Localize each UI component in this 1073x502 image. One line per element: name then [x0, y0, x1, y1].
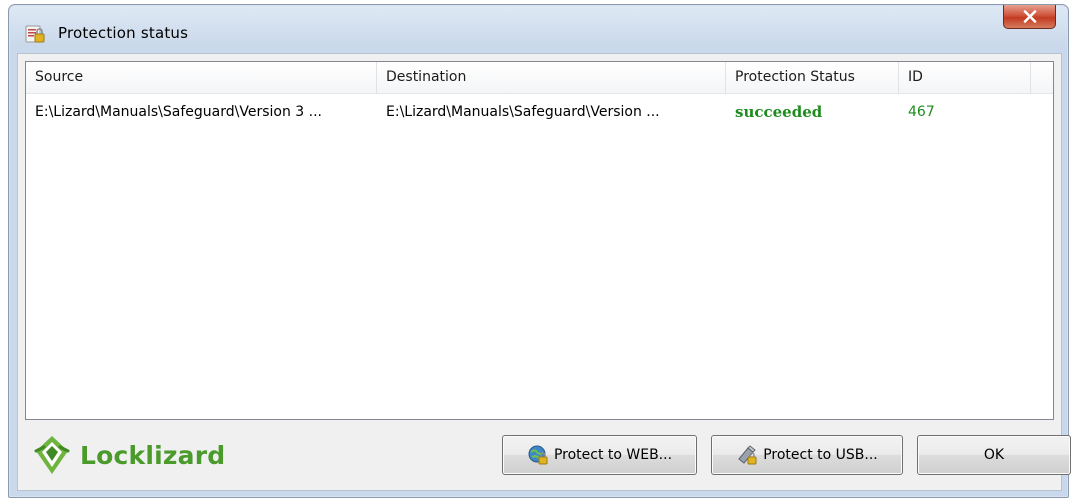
- protect-to-usb-button[interactable]: Protect to USB...: [711, 435, 903, 475]
- column-header-destination[interactable]: Destination: [377, 62, 726, 94]
- usb-lock-icon: [736, 444, 758, 466]
- ok-button[interactable]: OK: [917, 435, 1071, 475]
- shield-lock-icon: [25, 24, 45, 44]
- protect-to-web-button[interactable]: Protect to WEB...: [502, 435, 697, 475]
- cell-id: 467: [908, 104, 935, 120]
- locklizard-logo: Locklizard: [30, 432, 225, 478]
- column-header-source[interactable]: Source: [26, 62, 377, 94]
- table-row[interactable]: E:\Lizard\Manuals\Safeguard\Version 3 ..…: [26, 94, 1053, 130]
- title-bar[interactable]: Protection status: [9, 5, 1068, 53]
- protection-status-dialog: Protection status Source Destination Pro…: [8, 4, 1071, 498]
- dialog-client-area: Source Destination Protection Status ID …: [17, 53, 1071, 492]
- cell-status: succeeded: [735, 103, 823, 121]
- close-button[interactable]: [1003, 5, 1056, 29]
- close-icon: [1023, 10, 1036, 23]
- column-header-id[interactable]: ID: [899, 62, 1031, 94]
- protect-to-usb-label: Protect to USB...: [763, 447, 878, 463]
- protect-to-web-label: Protect to WEB...: [553, 447, 673, 463]
- cell-destination: E:\Lizard\Manuals\Safeguard\Version ...: [386, 104, 660, 120]
- protection-results-list[interactable]: Source Destination Protection Status ID …: [25, 61, 1054, 420]
- column-header-protection-status[interactable]: Protection Status: [726, 62, 899, 94]
- window-title: Protection status: [58, 24, 189, 42]
- ok-label: OK: [983, 447, 1005, 463]
- list-header: Source Destination Protection Status ID: [26, 62, 1053, 94]
- cell-source: E:\Lizard\Manuals\Safeguard\Version 3 ..…: [35, 104, 322, 120]
- logo-text: Locklizard: [80, 440, 226, 470]
- dialog-footer: Locklizard Protect to WEB... Protect to …: [18, 420, 1071, 492]
- globe-lock-icon: [527, 444, 549, 466]
- lizard-logo-icon: [34, 436, 70, 474]
